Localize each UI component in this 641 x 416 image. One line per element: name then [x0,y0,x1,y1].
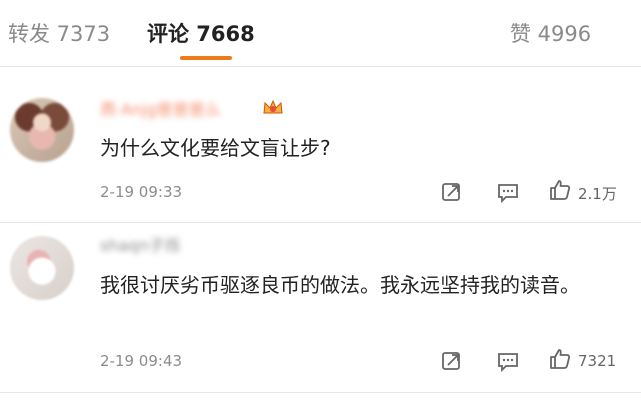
like-count: 7321 [578,352,617,370]
active-tab-indicator [180,56,232,60]
tab-likes[interactable]: 赞 4996 [510,18,591,48]
comment-username[interactable]: shaqn子烁 [100,232,181,256]
comment-icon[interactable] [496,349,520,373]
repost-icon[interactable] [440,180,464,204]
avatar[interactable] [10,236,74,300]
comment-tabs: 转发 7373 评论 7668 赞 4996 [0,0,641,62]
comment-text: 我很讨厌劣币驱逐良币的做法。我永远坚持我的读音。 [100,273,580,297]
like-count: 2.1万 [578,185,617,203]
tab-comments[interactable]: 评论 7668 [147,18,255,48]
vip-crown-icon [263,99,283,114]
comment-username[interactable]: 燕·Anjg爸爸爸么 [100,96,221,120]
like-icon[interactable] [548,347,572,371]
comment-text: 为什么文化要给文盲让步? [100,136,331,160]
like-icon[interactable] [548,178,572,202]
comment-divider [0,392,641,393]
comment-icon[interactable] [496,180,520,204]
comment-time: 2-19 09:43 [100,352,183,370]
comment-time: 2-19 09:33 [100,183,183,201]
comment-divider [0,222,641,223]
avatar[interactable] [10,98,74,162]
tabs-divider [0,66,641,67]
repost-icon[interactable] [440,349,464,373]
tab-repost[interactable]: 转发 7373 [8,18,110,48]
